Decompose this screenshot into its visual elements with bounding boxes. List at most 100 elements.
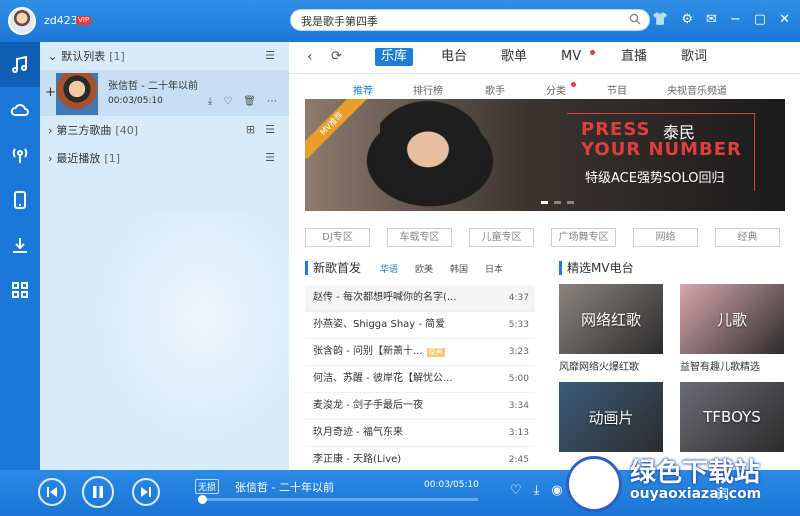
nav-music[interactable] [0,42,40,87]
main-content: ‹ ⟳ 乐库 电台 歌单 MV 直播 歌词 推荐 排行榜 歌手 分类 节目 央视… [289,42,800,474]
banner-press: PRESS [581,119,651,140]
search-input[interactable]: 我是歌手第四季 [290,9,650,31]
mv-card[interactable]: 网络红歌 风靡网络火爆红歌 [559,284,663,373]
tab-lyrics[interactable]: 歌词 [675,48,713,66]
menu-icon[interactable]: ☰ [265,50,275,62]
heart-icon[interactable]: ♡ [510,483,522,499]
playlist-song-row[interactable]: + 张信哲 - 二十年以前 00:03/05:10 ⤓ ♡ 🗑 ⋯ [40,70,289,116]
nav-cloud[interactable] [0,87,40,132]
progress-knob[interactable] [197,495,207,504]
quality-selector[interactable]: 无损 [195,479,220,494]
nav-apps[interactable] [0,267,40,312]
back-icon[interactable]: ‹ [307,49,313,65]
list-item[interactable]: 赵传 - 每次都想呼喊你的名字(... 4:37 [305,285,535,312]
mv-label: 网络红歌 [580,310,641,329]
tab-library[interactable]: 乐库 [375,48,414,66]
song-title: 孙燕姿、Shigga Shay - 简爱 [313,319,446,330]
mv-card[interactable]: 儿歌 益智有趣儿歌精选 [680,284,784,373]
genre-car[interactable]: 车载专区 [387,228,452,247]
tab-mv[interactable]: MV [555,48,587,66]
mv-radio-title: 精选MV电台 [559,261,634,275]
refresh-icon[interactable]: ⟳ [331,49,342,64]
add-box-icon[interactable]: ⊞ [246,124,255,136]
genre-classic[interactable]: 经典 [715,228,780,247]
menu-icon[interactable]: ☰ [265,124,275,136]
recent-header[interactable]: › 最近播放 [1] ☰ [40,144,289,172]
broadcast-icon[interactable]: ◉ [551,483,562,499]
list-item[interactable]: 麦浚龙 - 剑子手最后一夜 3:34 [305,393,535,420]
nav-download[interactable] [0,222,40,267]
username[interactable]: zd423 [44,14,78,27]
subtab-charts[interactable]: 排行榜 [413,82,443,97]
progress-bar[interactable] [197,495,478,504]
minimize-icon[interactable]: − [730,13,741,27]
mv-thumb: 网络红歌 [559,284,663,354]
default-list-header[interactable]: ⌄ 默认列表 [1] ☰ [40,42,289,70]
genre-dj[interactable]: DJ专区 [305,228,370,247]
radio-icon [12,147,28,163]
plus-icon[interactable]: + [45,85,56,100]
tab-radio[interactable]: 电台 [435,48,473,66]
carousel-indicators [541,201,574,204]
song-duration: 3:13 [508,428,529,438]
cloud-icon [10,103,29,116]
mv-card[interactable]: 动画片 [559,382,663,452]
close-icon[interactable]: ✕ [779,13,790,27]
carousel-dot[interactable] [554,201,561,204]
carousel-dot[interactable] [541,201,548,204]
volume-icon[interactable]: 🔊 [598,483,614,499]
playlist-mode-icon[interactable]: ☰ [575,483,587,499]
list-item[interactable]: 张含韵 - 问别【新萧十... 原声 3:23 [305,339,535,366]
lyrics-button[interactable]: 词 [716,484,729,503]
filter-japanese[interactable]: 日本 [485,262,503,275]
nav-radio[interactable] [0,132,40,177]
next-button[interactable] [132,478,160,506]
more-icon[interactable]: ⋯ [267,96,277,107]
carousel-dot[interactable] [567,201,574,204]
mv-caption: 益智有趣儿歌精选 [680,362,760,373]
menu-icon[interactable]: ☰ [265,152,275,164]
subtab-cctv[interactable]: 央视音乐频道 [667,82,727,97]
search-icon[interactable] [629,13,641,25]
download-icon [13,237,27,253]
new-songs-title: 新歌首发 [305,261,361,275]
chevron-right-icon: › [48,151,53,165]
list-item[interactable]: 玖月奇迹 - 福气东来 3:13 [305,420,535,447]
list-item[interactable]: 孙燕姿、Shigga Shay - 简爱 5:33 [305,312,535,339]
subtab-category[interactable]: 分类 [546,82,566,97]
subtab-recommend[interactable]: 推荐 [353,82,373,97]
genre-square-dance[interactable]: 广场舞专区 [551,228,616,247]
song-duration: 4:37 [508,293,529,303]
tab-playlists[interactable]: 歌单 [495,48,533,66]
nav-device[interactable] [0,177,40,222]
list-item[interactable]: 何洁、苏醒 - 彼岸花【解忧公... 5:00 [305,366,535,393]
song-tag: 原声 [426,348,445,357]
user-avatar[interactable] [8,7,36,35]
song-title: 麦浚龙 - 剑子手最后一夜 [313,400,423,411]
subtab-singers[interactable]: 歌手 [485,82,505,97]
play-pause-button[interactable] [82,476,114,508]
filter-western[interactable]: 欧美 [415,262,433,275]
third-party-header[interactable]: › 第三方歌曲 [40] ⊞ ☰ [40,116,289,144]
settings-icon[interactable]: ⚙ [681,13,693,27]
tshirt-icon[interactable]: 👕 [652,13,668,27]
download-icon[interactable]: ⤓ [208,96,212,107]
subtab-programs[interactable]: 节目 [607,82,627,97]
now-playing-time: 00:03/05:10 [424,480,479,490]
download-icon[interactable]: ⤓ [534,483,540,499]
previous-button[interactable] [38,478,66,506]
mv-banner[interactable]: MV推荐 PRESS 泰民 YOUR NUMBER 特级ACE强势SOLO回归 [305,99,785,211]
genre-network[interactable]: 网络 [633,228,698,247]
third-party-label: 第三方歌曲 [56,124,112,137]
maximize-icon[interactable]: ▢ [754,13,766,27]
heart-icon[interactable]: ♡ [223,96,232,107]
mv-card[interactable]: TFBOYS [680,382,784,452]
genre-kids[interactable]: 儿童专区 [469,228,534,247]
music-note-icon [12,55,27,73]
filter-chinese[interactable]: 华语 [380,262,398,275]
trash-icon[interactable]: 🗑 [243,96,256,107]
tab-live[interactable]: 直播 [615,48,653,66]
genre-buttons: DJ专区 车载专区 儿童专区 广场舞专区 网络 经典 [305,228,780,247]
mail-icon[interactable]: ✉ [706,13,717,27]
filter-korean[interactable]: 韩国 [450,262,468,275]
